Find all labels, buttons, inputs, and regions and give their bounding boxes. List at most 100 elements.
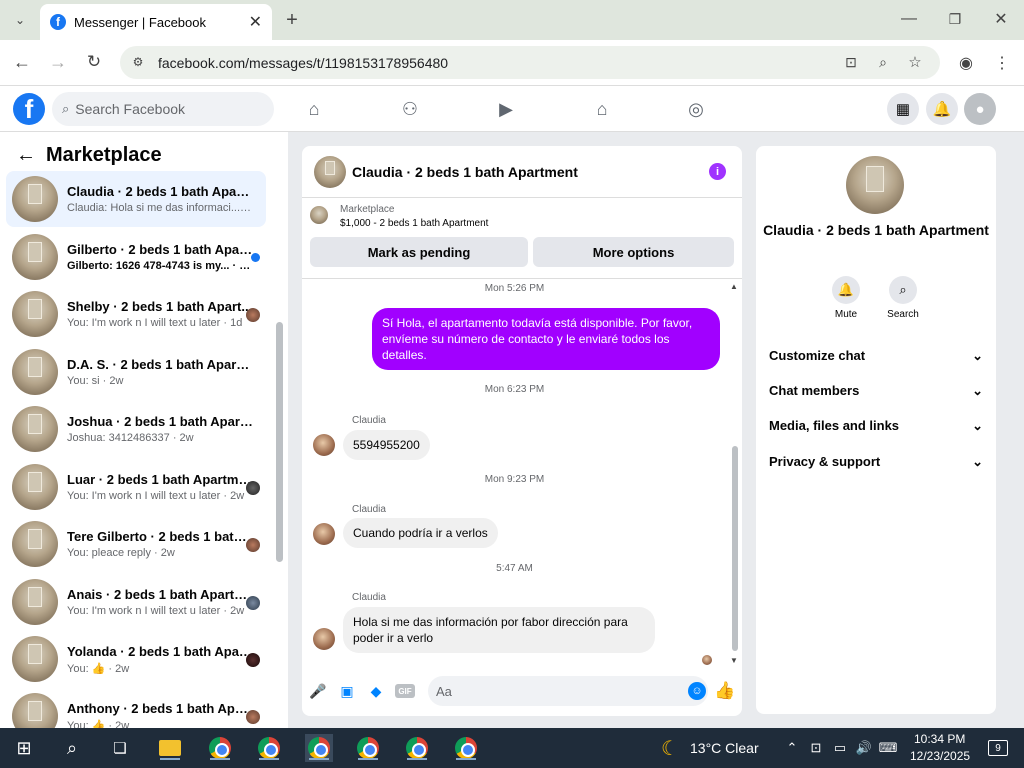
video-icon[interactable]: ▶ xyxy=(494,98,518,120)
profile-avatar[interactable] xyxy=(846,156,904,214)
restore-icon[interactable]: ❐ xyxy=(944,8,966,30)
notifications-bell-icon[interactable]: 🔔 xyxy=(926,93,958,125)
home-icon[interactable]: ⌂ xyxy=(302,98,326,120)
weather-text[interactable]: 13°C Clear xyxy=(690,740,759,756)
search-placeholder: Search Facebook xyxy=(75,101,186,117)
zoom-icon[interactable]: ⌕ xyxy=(874,53,892,71)
clock-date[interactable]: 12/23/2025 xyxy=(910,749,970,763)
emoji-icon[interactable]: ☺ xyxy=(688,682,706,700)
close-tab-icon[interactable]: ✕ xyxy=(249,12,262,32)
back-arrow-icon[interactable]: ← xyxy=(16,144,36,167)
chrome-icon[interactable] xyxy=(403,734,431,762)
chrome-icon[interactable] xyxy=(206,734,234,762)
conversation-name: Tere Gilberto · 2 beds 1 bath ... xyxy=(67,529,253,544)
scroll-up-icon[interactable]: ▲ xyxy=(729,281,739,291)
reload-icon[interactable]: ↻ xyxy=(84,52,104,72)
more-options-button[interactable]: More options xyxy=(533,237,734,267)
back-icon[interactable]: ← xyxy=(12,52,32,72)
listing-avatar xyxy=(12,521,58,567)
chat-scrollbar[interactable] xyxy=(732,446,738,651)
account-avatar[interactable]: ● xyxy=(964,93,996,125)
message-input[interactable]: Aa ☺ xyxy=(428,676,708,706)
conversation-row[interactable]: Joshua · 2 beds 1 bath Apartment Joshua: … xyxy=(6,401,266,457)
timestamp: Mon 6:23 PM xyxy=(484,384,545,395)
section-label: Media, files and links xyxy=(769,418,900,433)
conversation-row[interactable]: Gilberto · 2 beds 1 bath Apart... Gilbert… xyxy=(6,229,266,285)
minimize-icon[interactable]: — xyxy=(898,8,920,30)
listing-info[interactable]: Marketplace $1,000 - 2 beds 1 bath Apart… xyxy=(310,204,488,229)
listing-avatar xyxy=(12,234,58,280)
sender-name: Claudia xyxy=(352,592,386,603)
conversation-row[interactable]: Tere Gilberto · 2 beds 1 bath ... You: pl… xyxy=(6,516,266,572)
marketplace-heading: ← Marketplace xyxy=(16,144,162,167)
conversation-row[interactable]: Anthony · 2 beds 1 bath Apar... You: 👍 · … xyxy=(6,688,266,728)
scroll-down-icon[interactable]: ▼ xyxy=(729,655,739,665)
customize-chat-section[interactable]: Customize chat ⌄ xyxy=(769,348,983,364)
microphone-icon[interactable]: 🎤 xyxy=(309,682,327,700)
file-explorer-icon[interactable] xyxy=(156,734,184,762)
privacy-support-section[interactable]: Privacy & support ⌄ xyxy=(769,454,983,470)
conversation-row[interactable]: Anais · 2 beds 1 bath Apartm... You: I'm … xyxy=(6,574,266,630)
browser-tab[interactable]: f Messenger | Facebook ✕ xyxy=(40,4,272,40)
chevron-down-icon: ⌄ xyxy=(972,383,983,398)
marketplace-icon[interactable]: ⌂ xyxy=(590,98,614,120)
conversation-row[interactable]: D.A. S. · 2 beds 1 bath Apartment You: si… xyxy=(6,344,266,400)
photo-icon[interactable]: ▣ xyxy=(338,682,356,700)
windows-start-icon[interactable]: ⊞ xyxy=(10,734,38,762)
chrome-icon[interactable] xyxy=(255,734,283,762)
conversation-row[interactable]: Yolanda · 2 beds 1 bath Apart... You: 👍 ·… xyxy=(6,631,266,687)
listing-summary: $1,000 - 2 beds 1 bath Apartment xyxy=(340,218,489,229)
mute-button[interactable]: 🔔 Mute xyxy=(826,276,866,320)
notification-center-icon[interactable]: 9 xyxy=(984,734,1012,762)
conversation-preview: You: I'm work n I will text u later · 2w xyxy=(67,490,245,502)
media-files-section[interactable]: Media, files and links ⌄ xyxy=(769,418,983,434)
info-icon[interactable]: i xyxy=(709,163,726,180)
install-app-icon[interactable]: ⊡ xyxy=(842,53,860,71)
chat-avatar[interactable] xyxy=(314,155,346,188)
friends-icon[interactable]: ⚇ xyxy=(398,98,422,120)
profile-icon[interactable]: ◉ xyxy=(955,52,977,74)
listing-avatar xyxy=(12,291,58,337)
like-thumb-icon[interactable]: 👍 xyxy=(714,681,735,700)
browser-menu-icon[interactable]: ⋮ xyxy=(992,52,1012,74)
site-info-icon[interactable]: ⚙ xyxy=(130,54,146,70)
sender-avatar xyxy=(313,523,335,545)
sticker-icon[interactable]: ◆ xyxy=(367,682,385,700)
conversation-row[interactable]: Luar · 2 beds 1 bath Apartment You: I'm w… xyxy=(6,459,266,515)
gif-icon[interactable]: GIF xyxy=(395,684,415,698)
timestamp: Mon 9:23 PM xyxy=(484,474,545,485)
url-text: facebook.com/messages/t/1198153178956480 xyxy=(158,54,449,71)
tab-search-icon[interactable]: ⌄ xyxy=(10,10,30,30)
chrome-icon[interactable] xyxy=(452,734,480,762)
forward-icon[interactable]: → xyxy=(48,52,68,72)
bookmark-star-icon[interactable]: ☆ xyxy=(906,53,924,71)
url-field[interactable]: ⚙ facebook.com/messages/t/11981531789564… xyxy=(120,46,940,79)
groups-icon[interactable]: ◎ xyxy=(684,98,708,120)
menu-grid-icon[interactable]: ▦ xyxy=(887,93,919,125)
chat-title[interactable]: Claudia · 2 beds 1 bath Apartment xyxy=(352,164,578,180)
new-tab-icon[interactable]: + xyxy=(282,9,302,31)
close-window-icon[interactable]: ✕ xyxy=(990,8,1012,30)
conversation-preview: Joshua: 3412486337 · 2w xyxy=(67,432,194,444)
chat-members-section[interactable]: Chat members ⌄ xyxy=(769,383,983,399)
address-bar-row: ← → ↻ ⚙ facebook.com/messages/t/11981531… xyxy=(0,40,1024,86)
conversation-row[interactable]: Claudia · 2 beds 1 bath Apartme... Claudi… xyxy=(6,171,266,227)
seen-avatar-icon xyxy=(246,481,260,495)
sender-avatar xyxy=(313,628,335,650)
facebook-logo-icon[interactable]: f xyxy=(13,93,45,125)
conversation-row[interactable]: Shelby · 2 beds 1 bath Apart... You: I'm … xyxy=(6,286,266,342)
language-icon[interactable]: ⌨ xyxy=(874,734,902,762)
moon-weather-icon[interactable]: ☾ xyxy=(656,734,684,762)
facebook-search-input[interactable]: ⌕ Search Facebook xyxy=(52,92,274,126)
mark-as-pending-button[interactable]: Mark as pending xyxy=(310,237,528,267)
list-scrollbar[interactable] xyxy=(276,322,283,562)
search-icon[interactable]: ⌕ xyxy=(58,734,86,762)
chat-header: Claudia · 2 beds 1 bath Apartment i xyxy=(302,146,742,198)
clock-time[interactable]: 10:34 PM xyxy=(914,732,965,746)
chrome-icon[interactable] xyxy=(305,734,333,762)
search-button[interactable]: ⌕ Search xyxy=(883,276,923,320)
task-view-icon[interactable]: ❏ xyxy=(106,734,134,762)
conversation-preview: You: I'm work n I will text u later · 2w xyxy=(67,605,245,617)
listing-avatar xyxy=(12,406,58,452)
chrome-icon[interactable] xyxy=(354,734,382,762)
